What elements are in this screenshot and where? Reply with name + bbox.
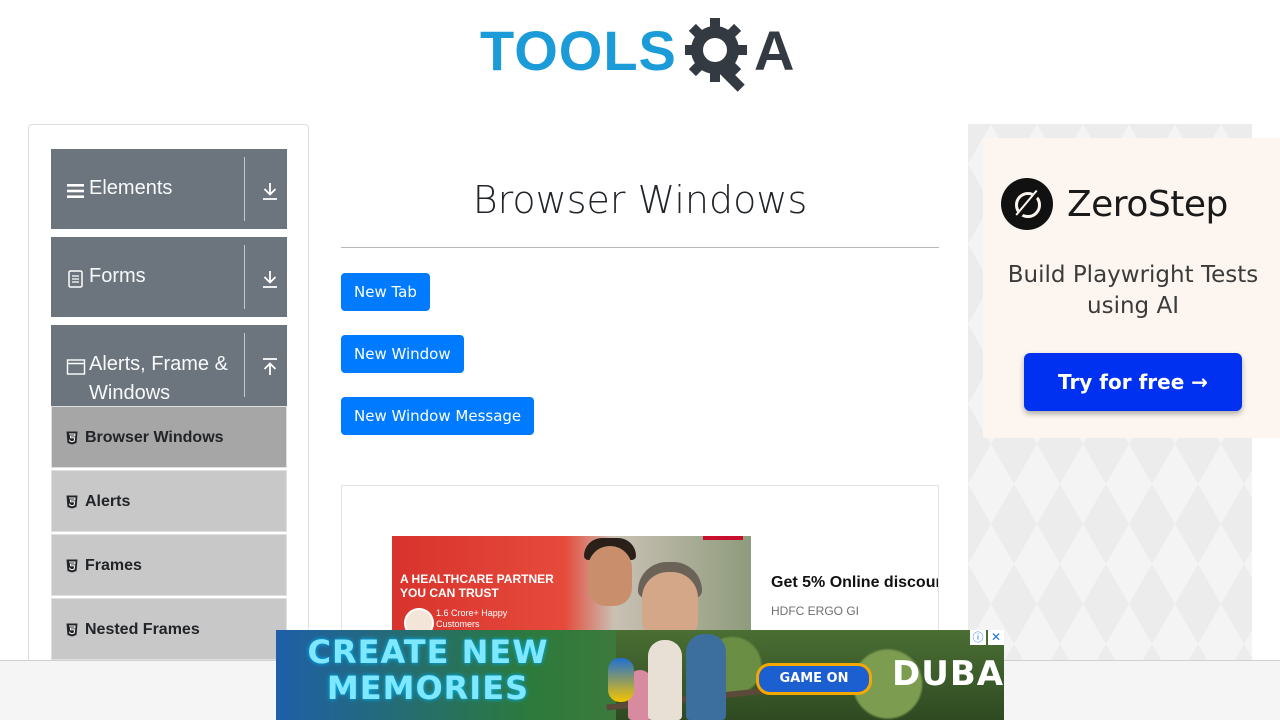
group-header-elements[interactable]: Elements	[51, 149, 287, 229]
game-on-button[interactable]: GAME ON	[756, 663, 872, 695]
group-header-alerts-frame-windows[interactable]: Alerts, Frame & Windows	[51, 325, 287, 406]
sidebar-item-nested-frames[interactable]: Nested Frames	[51, 598, 287, 660]
gear-magnifier-icon	[685, 18, 747, 92]
group-header-forms[interactable]: Forms	[51, 237, 287, 317]
group-divider	[244, 245, 245, 309]
sidebar-item-label: Nested Frames	[85, 621, 200, 638]
new-window-button[interactable]: New Window	[341, 335, 464, 373]
group-divider	[244, 333, 245, 397]
bottom-banner-ad[interactable]: CREATE NEW MEMORIES GAME ON DUBAI ⓘ ✕	[276, 630, 1004, 720]
ad-image-figure	[648, 640, 682, 720]
toolsqa-logo[interactable]: TOOLS A	[480, 14, 804, 94]
ad-image-headline: A HEALTHCARE PARTNER YOU CAN TRUST	[400, 572, 554, 600]
sidebar-item-label: Alerts	[85, 493, 131, 510]
ad-headline: CREATE NEW MEMORIES	[307, 633, 549, 707]
group-title-line-2: Windows	[89, 382, 171, 404]
logo-text: TOOLS	[480, 19, 677, 82]
sidebar-item-browser-windows[interactable]: Browser Windows	[51, 406, 287, 468]
upload-arrow-icon[interactable]	[261, 357, 279, 377]
ad-image-subline: 1.6 Crore+ Happy Customers	[436, 608, 508, 629]
zerostep-tagline: Build Playwright Tests using AI	[1007, 262, 1259, 319]
hamburger-icon	[67, 184, 84, 198]
new-window-message-button[interactable]: New Window Message	[341, 397, 535, 435]
zerostep-brand: ZeroStep	[1067, 184, 1228, 225]
parrot-icon	[608, 658, 634, 702]
ad-image-accent	[703, 536, 743, 540]
sidebar-item-label: Frames	[85, 557, 142, 574]
document-icon	[68, 270, 83, 288]
ad-headline[interactable]: Get 5% Online discount or	[771, 574, 938, 592]
ad-advertiser: HDFC ERGO GI	[771, 604, 860, 618]
group-divider	[244, 157, 245, 221]
html5-icon	[66, 559, 78, 573]
sidebar-item-alerts[interactable]: Alerts	[51, 470, 287, 532]
new-tab-button[interactable]: New Tab	[341, 273, 430, 311]
info-icon[interactable]: ⓘ	[970, 630, 986, 645]
html5-icon	[66, 495, 78, 509]
html5-icon	[66, 431, 78, 445]
left-panel: Elements Forms Alerts, Frame & Windows B…	[28, 124, 309, 684]
group-title: Forms	[89, 265, 146, 287]
ad-brand: DUBAI	[892, 654, 1004, 694]
zerostep-logo-icon	[1001, 178, 1053, 230]
logo-suffix: A	[754, 19, 795, 82]
try-for-free-button[interactable]: Try for free →	[1024, 353, 1242, 411]
html5-icon	[66, 623, 78, 637]
zerostep-ad[interactable]: ZeroStep Build Playwright Tests using AI…	[983, 138, 1280, 438]
sidebar-item-label: Browser Windows	[85, 429, 224, 446]
window-icon	[66, 359, 86, 375]
title-divider	[341, 247, 939, 248]
download-arrow-icon[interactable]	[261, 181, 279, 201]
group-title-line-1: Alerts, Frame &	[89, 353, 228, 375]
download-arrow-icon[interactable]	[261, 269, 279, 289]
close-icon[interactable]: ✕	[988, 630, 1004, 645]
group-title: Elements	[89, 177, 173, 199]
page-title: Browser Windows	[472, 178, 808, 222]
sidebar-item-frames[interactable]: Frames	[51, 534, 287, 596]
ad-image-figure	[588, 546, 632, 606]
ad-image-figure	[686, 634, 726, 720]
